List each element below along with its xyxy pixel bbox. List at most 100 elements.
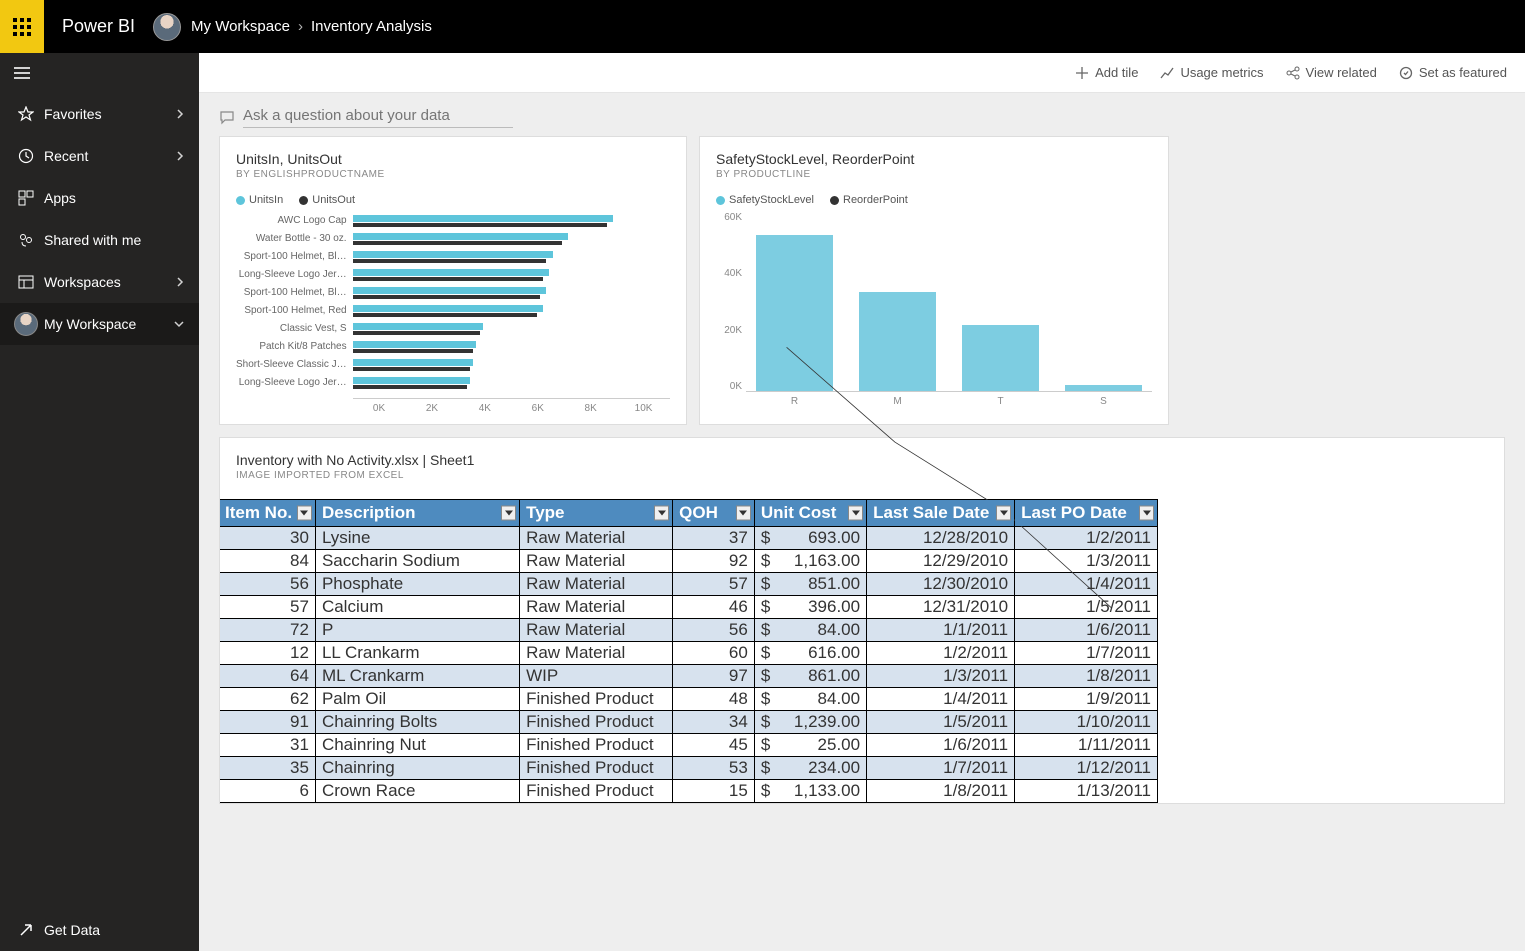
axis-tick: M [859,396,936,407]
table-cell: Chainring Nut [315,734,519,757]
table-cell: 30 [220,527,315,550]
axis-label: Classic Vest, S [236,320,347,338]
filter-button[interactable] [501,506,516,521]
table-cell: $234.00 [754,757,866,780]
usage-metrics-button[interactable]: Usage metrics [1160,65,1263,80]
table-cell: 60 [673,642,755,665]
tile-units[interactable]: UnitsIn, UnitsOut BY ENGLISHPRODUCTNAME … [219,136,687,425]
table-cell: 1/8/2011 [867,780,1015,803]
table-cell: Finished Product [520,780,673,803]
table-cell: Raw Material [520,550,673,573]
chevron-right-icon [175,109,185,119]
table-cell: $396.00 [754,596,866,619]
axis-label: Sport-100 Helmet, Bl… [236,248,347,266]
column-header[interactable]: QOH [673,500,755,527]
table-row: 62Palm OilFinished Product48$84.001/4/20… [220,688,1158,711]
avatar-icon [14,312,38,336]
tile-excel[interactable]: Inventory with No Activity.xlsx | Sheet1… [219,437,1505,804]
table-cell: 1/10/2011 [1015,711,1158,734]
set-featured-button[interactable]: Set as featured [1399,65,1507,80]
chevron-right-icon: › [298,18,303,35]
sidebar-item-label: Recent [38,148,175,164]
column-header[interactable]: Unit Cost [754,500,866,527]
get-data-button[interactable]: Get Data [0,909,199,951]
table-cell: 1/13/2011 [1015,780,1158,803]
axis-label: Patch Kit/8 Patches [236,338,347,356]
breadcrumb: My Workspace › Inventory Analysis [191,18,432,35]
table-cell: Lysine [315,527,519,550]
avatar[interactable] [153,13,181,41]
table-cell: $84.00 [754,619,866,642]
table-row: 91Chainring BoltsFinished Product34$1,23… [220,711,1158,734]
qna-input[interactable] [243,107,513,128]
axis-tick: 0K [353,403,406,414]
sidebar-item-shared-with-me[interactable]: Shared with me [0,219,199,261]
table-row: 64ML CrankarmWIP97$861.001/3/20111/8/201… [220,665,1158,688]
table-cell: 91 [220,711,315,734]
table-cell: 1/8/2011 [1015,665,1158,688]
table-cell: 45 [673,734,755,757]
link-icon [1286,66,1300,80]
table-cell: 56 [220,573,315,596]
app-launcher-button[interactable] [0,0,44,53]
table-cell: 31 [220,734,315,757]
table-cell: 1/3/2011 [1015,550,1158,573]
tile-subtitle: BY PRODUCTLINE [716,169,1152,180]
sidebar-item-workspaces[interactable]: Workspaces [0,261,199,303]
table-cell: 57 [220,596,315,619]
table-cell: $1,163.00 [754,550,866,573]
sidebar-item-my-workspace[interactable]: My Workspace [0,303,199,345]
breadcrumb-item[interactable]: My Workspace [191,18,290,35]
column-header[interactable]: Type [520,500,673,527]
bar [756,235,833,391]
table-cell: 1/12/2011 [1015,757,1158,780]
table-cell: 12/30/2010 [867,573,1015,596]
column-header[interactable]: Description [315,500,519,527]
table-cell: Phosphate [315,573,519,596]
table-cell: $693.00 [754,527,866,550]
filter-button[interactable] [736,506,751,521]
bar-row [353,266,670,284]
sidebar-item-label: Favorites [38,106,175,122]
filter-button[interactable] [654,506,669,521]
table-row: 35ChainringFinished Product53$234.001/7/… [220,757,1158,780]
legend: UnitsIn UnitsOut [236,194,670,206]
arrow-icon [14,922,38,938]
filter-button[interactable] [297,506,312,521]
table-cell: Finished Product [520,688,673,711]
column-header[interactable]: Last PO Date [1015,500,1158,527]
sidebar-item-favorites[interactable]: Favorites [0,93,199,135]
filter-button[interactable] [1139,506,1154,521]
table-cell: 12/28/2010 [867,527,1015,550]
table-cell: LL Crankarm [315,642,519,665]
axis-label: AWC Logo Cap [236,212,347,230]
table-row: 6Crown RaceFinished Product15$1,133.001/… [220,780,1158,803]
sidebar-item-apps[interactable]: Apps [0,177,199,219]
table-cell: 1/2/2011 [867,642,1015,665]
column-header[interactable]: Last Sale Date [867,500,1015,527]
view-related-button[interactable]: View related [1286,65,1377,80]
table-cell: 6 [220,780,315,803]
column-header[interactable]: Item No. [220,500,315,527]
table-cell: Finished Product [520,734,673,757]
table-cell: 57 [673,573,755,596]
table-row: 30LysineRaw Material37$693.0012/28/20101… [220,527,1158,550]
axis-tick: R [756,396,833,407]
legend: SafetyStockLevel ReorderPoint [716,194,1152,206]
table-cell: 1/3/2011 [867,665,1015,688]
bar-row [353,356,670,374]
apps-icon [14,190,38,206]
breadcrumb-item[interactable]: Inventory Analysis [311,18,432,35]
table-cell: Raw Material [520,596,673,619]
table-cell: Finished Product [520,757,673,780]
hamburger-button[interactable] [0,53,199,93]
tile-safetystock[interactable]: SafetyStockLevel, ReorderPoint BY PRODUC… [699,136,1169,425]
filter-button[interactable] [996,506,1011,521]
bar [1065,385,1142,391]
table-cell: P [315,619,519,642]
add-tile-button[interactable]: Add tile [1075,65,1138,80]
filter-button[interactable] [848,506,863,521]
axis-tick: 6K [511,403,564,414]
toolbar-label: Add tile [1095,65,1138,80]
sidebar-item-recent[interactable]: Recent [0,135,199,177]
